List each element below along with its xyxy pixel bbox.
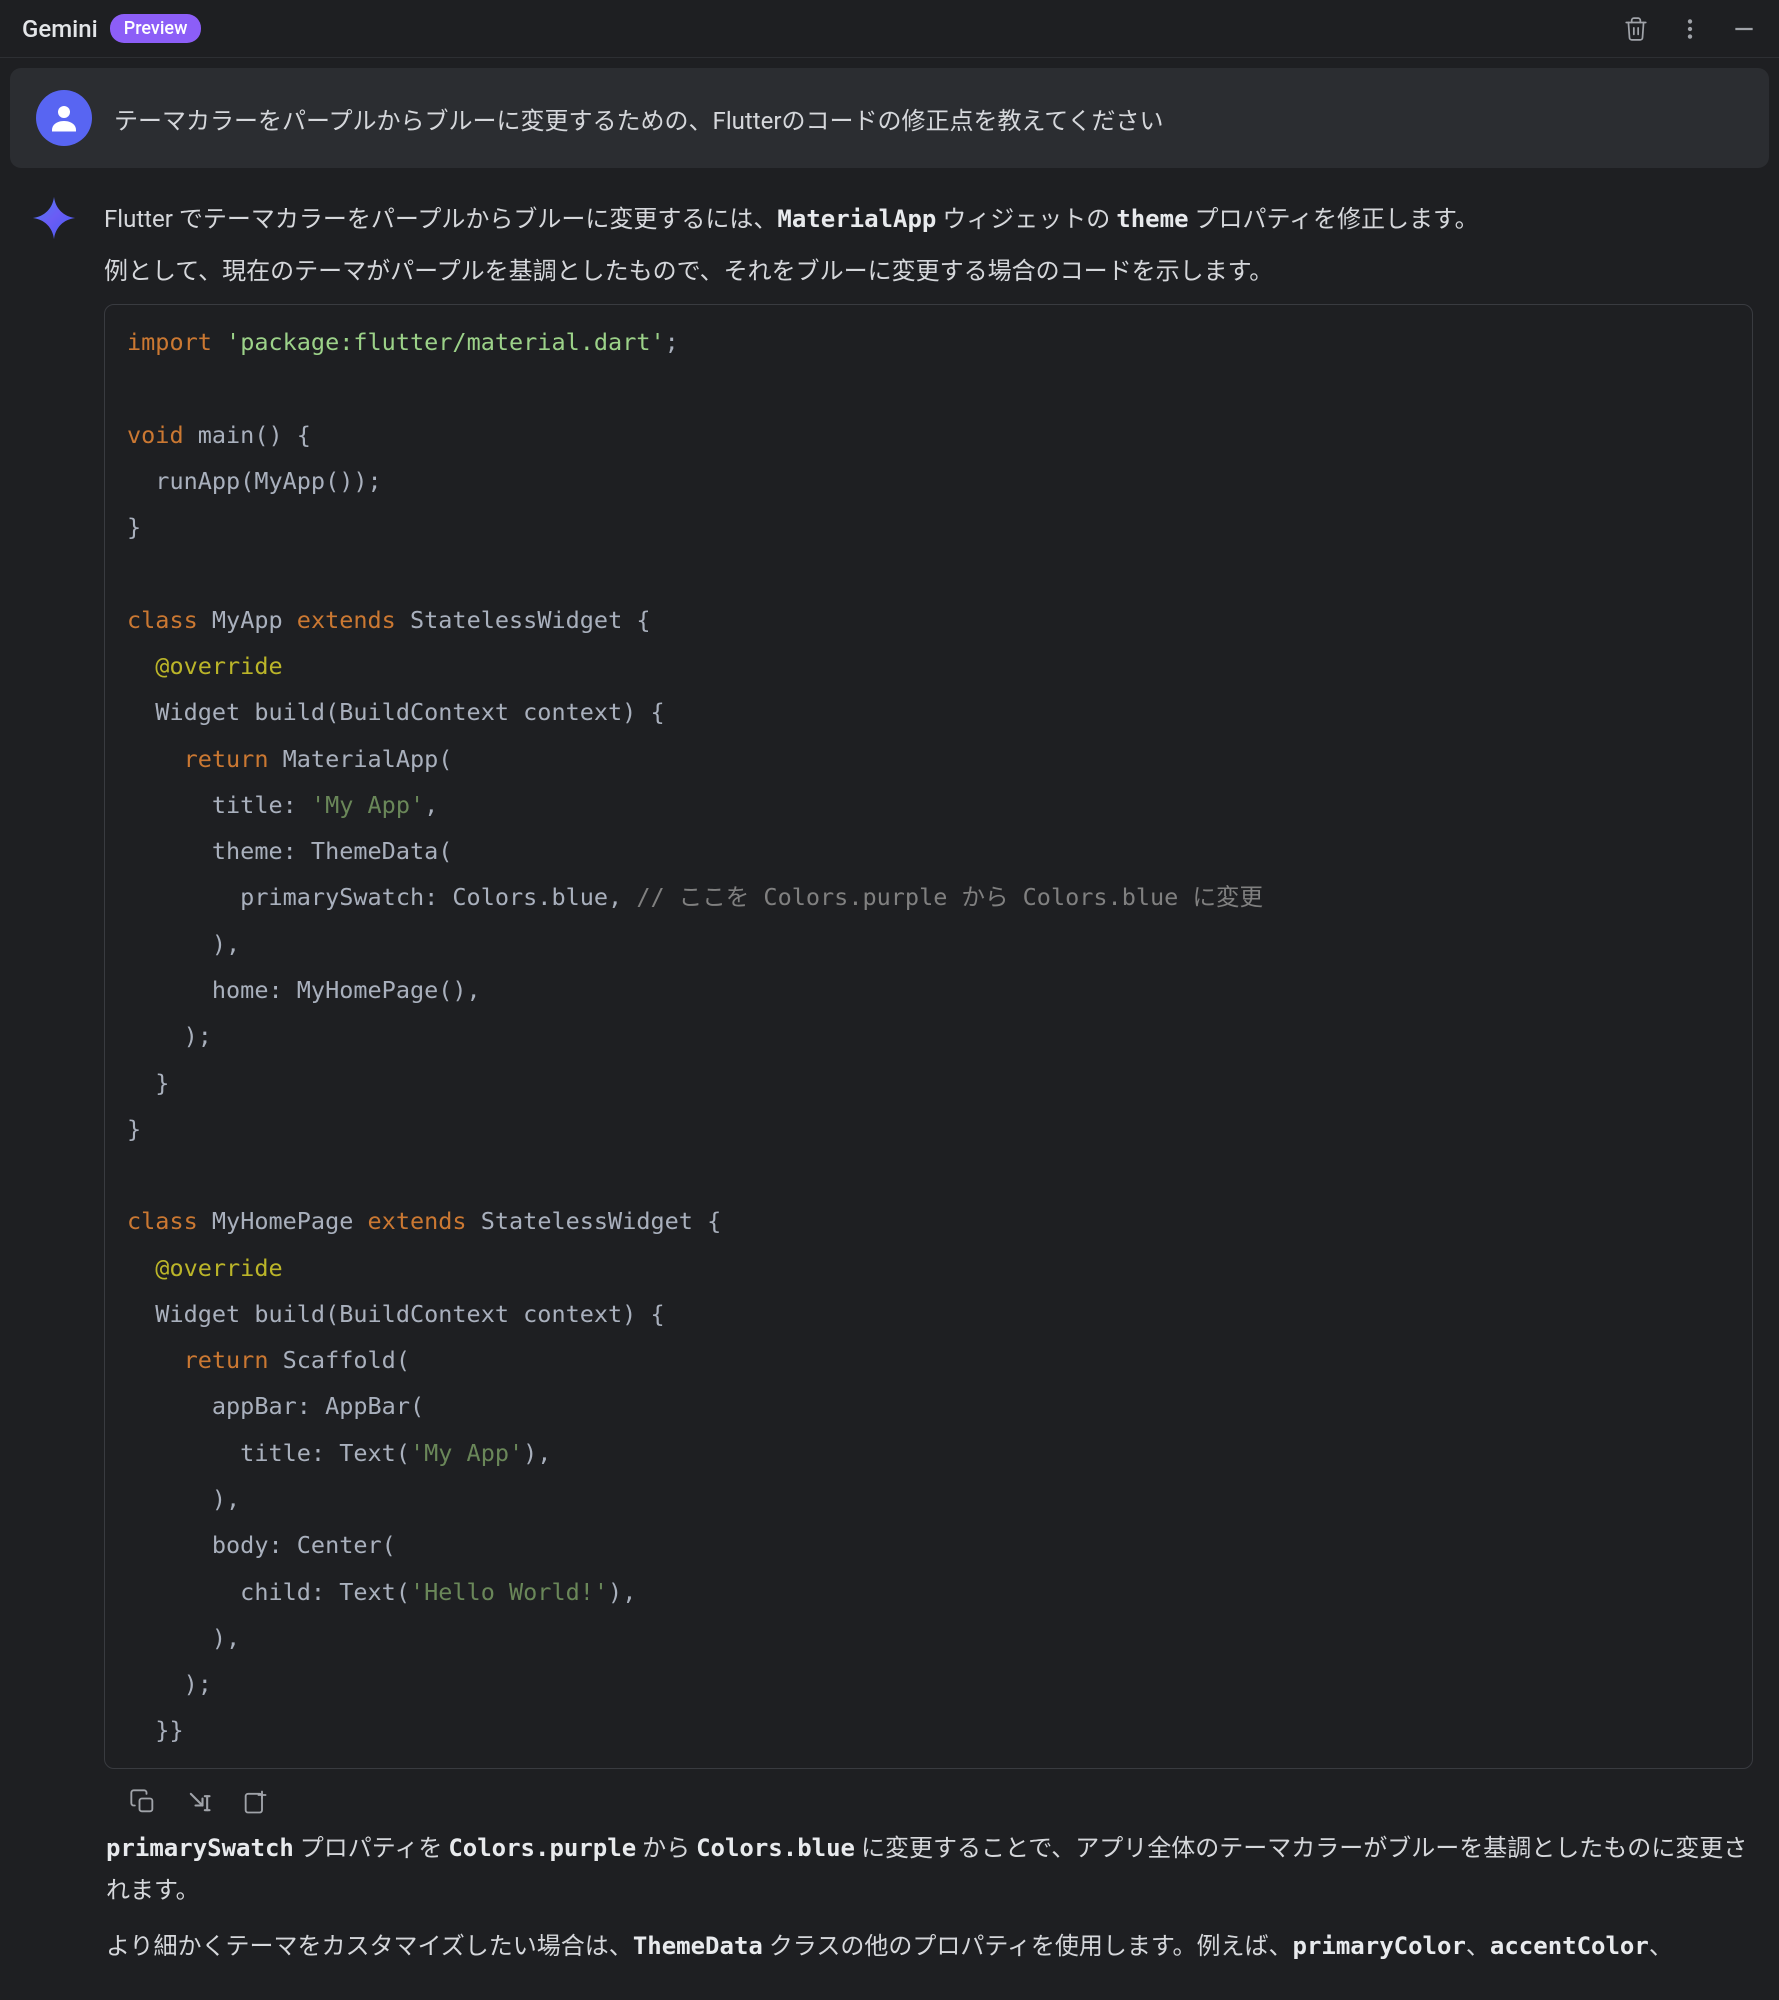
code-token bbox=[127, 745, 184, 773]
trash-icon[interactable] bbox=[1623, 16, 1649, 42]
ai-text-segment: 、 bbox=[1649, 1932, 1673, 1960]
code-token: main() { bbox=[184, 421, 311, 449]
code-token: MyApp bbox=[198, 606, 297, 634]
ai-intro-line1: Flutter でテーマカラーをパープルからブルーに変更するには、Materia… bbox=[104, 198, 1753, 240]
code-token: MyHomePage bbox=[198, 1207, 368, 1235]
inline-code: accentColor bbox=[1490, 1932, 1649, 1960]
ai-message: Flutter でテーマカラーをパープルからブルーに変更するには、Materia… bbox=[0, 168, 1779, 1989]
code-token: StatelessWidget { bbox=[467, 1207, 722, 1235]
code-token: Scaffold( bbox=[268, 1346, 409, 1374]
code-token: 'package:flutter/material.dart' bbox=[226, 328, 665, 356]
ai-text-segment: クラスの他のプロパティを使用します。例えば、 bbox=[763, 1932, 1293, 1960]
ai-text-segment: プロパティを bbox=[294, 1834, 448, 1862]
inline-code: ThemeData bbox=[633, 1932, 763, 1960]
code-token: runApp(MyApp()); bbox=[127, 467, 382, 495]
ai-intro-line2: 例として、現在のテーマがパープルを基調としたもので、それをブルーに変更する場合の… bbox=[104, 250, 1753, 292]
copy-icon[interactable] bbox=[128, 1787, 158, 1817]
code-token: MaterialApp( bbox=[268, 745, 452, 773]
code-token: title: bbox=[127, 791, 311, 819]
code-token: ), bbox=[127, 930, 240, 958]
ai-message-content: Flutter でテーマカラーをパープルからブルーに変更するには、Materia… bbox=[104, 190, 1753, 1967]
code-token: Widget build(BuildContext context) { bbox=[127, 1300, 665, 1328]
inline-code: primarySwatch bbox=[106, 1834, 294, 1862]
code-token: StatelessWidget { bbox=[396, 606, 651, 634]
code-token: import bbox=[127, 328, 212, 356]
ai-avatar bbox=[26, 190, 82, 246]
code-token: @override bbox=[127, 652, 283, 680]
ai-text-segment: 、 bbox=[1466, 1932, 1490, 1960]
code-token: 'My App' bbox=[410, 1439, 523, 1467]
header-bar: Gemini Preview bbox=[0, 0, 1779, 58]
code-token: } bbox=[127, 1069, 169, 1097]
code-token bbox=[127, 1346, 184, 1374]
ai-text-segment: Flutter でテーマカラーをパープルからブルーに変更するには、 bbox=[104, 205, 777, 233]
code-token: Widget build(BuildContext context) { bbox=[127, 698, 665, 726]
app-title: Gemini bbox=[22, 15, 98, 43]
code-token: class bbox=[127, 606, 198, 634]
code-token: child: Text( bbox=[127, 1578, 410, 1606]
code-token: theme: ThemeData( bbox=[127, 837, 452, 865]
user-avatar bbox=[36, 90, 92, 146]
code-token: return bbox=[184, 1346, 269, 1374]
code-token: } bbox=[127, 1115, 141, 1143]
code-token: ), bbox=[523, 1439, 551, 1467]
code-block[interactable]: import 'package:flutter/material.dart'; … bbox=[104, 304, 1753, 1769]
code-token: , bbox=[424, 791, 438, 819]
code-token: class bbox=[127, 1207, 198, 1235]
code-token: 'My App' bbox=[311, 791, 424, 819]
code-token: body: Center( bbox=[127, 1531, 396, 1559]
code-token: ; bbox=[665, 328, 679, 356]
code-token: }} bbox=[127, 1716, 184, 1744]
header-left: Gemini Preview bbox=[22, 14, 201, 43]
code-token: ), bbox=[127, 1485, 240, 1513]
inline-code: primaryColor bbox=[1293, 1932, 1466, 1960]
inline-code: MaterialApp bbox=[777, 205, 936, 233]
ai-follow-text-1: primarySwatch プロパティを Colors.purple から Co… bbox=[104, 1827, 1753, 1911]
more-vertical-icon[interactable] bbox=[1677, 16, 1703, 42]
code-actions bbox=[104, 1769, 1753, 1827]
ai-text-segment: から bbox=[636, 1834, 696, 1862]
code-token: ); bbox=[127, 1022, 212, 1050]
ai-text-segment: プロパティを修正します。 bbox=[1189, 205, 1479, 233]
code-token: } bbox=[127, 513, 141, 541]
user-message: テーマカラーをパープルからブルーに変更するための、Flutterのコードの修正点… bbox=[10, 68, 1769, 168]
code-token: ), bbox=[127, 1624, 240, 1652]
preview-badge: Preview bbox=[110, 14, 202, 43]
code-token: extends bbox=[368, 1207, 467, 1235]
new-file-icon[interactable] bbox=[240, 1787, 270, 1817]
ai-text-segment: より細かくテーマをカスタマイズしたい場合は、 bbox=[106, 1932, 633, 1960]
code-token: title: Text( bbox=[127, 1439, 410, 1467]
code-token: // ここを Colors.purple から Colors.blue に変更 bbox=[636, 883, 1263, 911]
code-token: @override bbox=[127, 1254, 283, 1282]
code-token: return bbox=[184, 745, 269, 773]
code-token: ); bbox=[127, 1670, 212, 1698]
code-token: ), bbox=[608, 1578, 636, 1606]
code-token: extends bbox=[297, 606, 396, 634]
header-actions bbox=[1623, 16, 1757, 42]
ai-text-segment: ウィジェットの bbox=[936, 205, 1116, 233]
code-token: appBar: AppBar( bbox=[127, 1392, 424, 1420]
code-token: primarySwatch: Colors.blue, bbox=[127, 883, 636, 911]
inline-code: Colors.blue bbox=[696, 1834, 855, 1862]
insert-at-cursor-icon[interactable] bbox=[184, 1787, 214, 1817]
code-token: home: MyHomePage(), bbox=[127, 976, 481, 1004]
user-message-text: テーマカラーをパープルからブルーに変更するための、Flutterのコードの修正点… bbox=[114, 90, 1743, 146]
inline-code: theme bbox=[1116, 205, 1188, 233]
code-token: 'Hello World!' bbox=[410, 1578, 608, 1606]
ai-follow-text-2: より細かくテーマをカスタマイズしたい場合は、ThemeData クラスの他のプロ… bbox=[104, 1925, 1753, 1967]
minimize-icon[interactable] bbox=[1731, 16, 1757, 42]
code-token: void bbox=[127, 421, 184, 449]
inline-code: Colors.purple bbox=[448, 1834, 636, 1862]
